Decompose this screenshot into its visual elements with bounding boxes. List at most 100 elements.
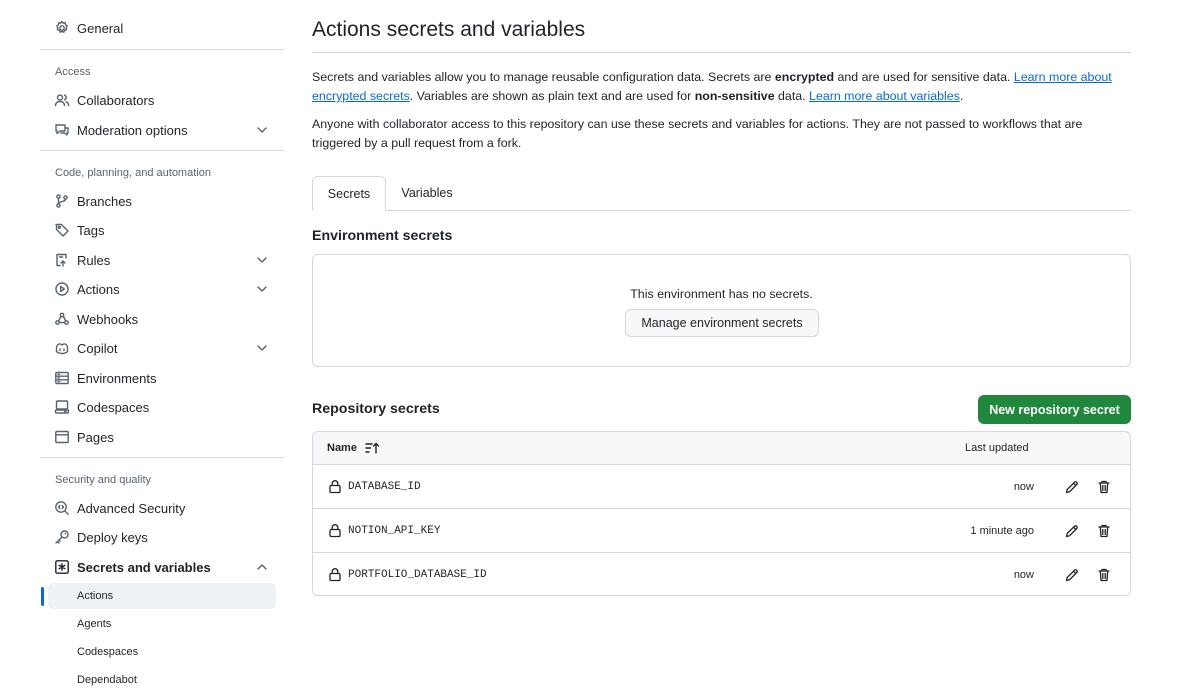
- trash-icon[interactable]: [1095, 522, 1113, 540]
- report-icon: [54, 122, 70, 138]
- sidebar-subitem-label: Agents: [77, 618, 112, 630]
- sidebar-subitem-dependabot[interactable]: Dependabot: [41, 667, 284, 693]
- collaborator-note: Anyone with collaborator access to this …: [312, 117, 1083, 150]
- sidebar-item-label: Environments: [77, 371, 157, 386]
- sidebar-item-label: Rules: [77, 253, 111, 268]
- repo-push-icon: [54, 252, 70, 268]
- sidebar-item-label: Codespaces: [77, 400, 150, 415]
- group-title-access: Access: [55, 66, 91, 78]
- learn-more-variables-link[interactable]: Learn more about variables: [809, 89, 960, 103]
- sidebar-item-label: Webhooks: [77, 312, 139, 327]
- people-icon: [54, 92, 70, 108]
- group-title-code: Code, planning, and automation: [55, 167, 211, 179]
- branch-icon: [54, 193, 70, 209]
- webhook-icon: [54, 311, 70, 327]
- key-icon: [54, 529, 70, 545]
- tab-bar: Secrets Variables: [312, 176, 1131, 212]
- sidebar-item-deploy-keys[interactable]: Deploy keys: [41, 523, 284, 551]
- table-row: NOTION_API_KEY 1 minute ago: [313, 509, 1130, 553]
- sidebar-item-label: Copilot: [77, 341, 118, 356]
- tag-icon: [54, 222, 70, 238]
- sidebar-item-webhooks[interactable]: Webhooks: [41, 305, 284, 333]
- sidebar-item-tags[interactable]: Tags: [41, 216, 284, 244]
- sidebar-item-advanced-security[interactable]: Advanced Security: [41, 494, 284, 522]
- sidebar-item-label: Tags: [77, 223, 105, 238]
- page-title: Actions secrets and variables: [312, 18, 586, 41]
- chevron-down-icon[interactable]: [255, 282, 269, 296]
- sidebar-subitem-actions[interactable]: Actions: [41, 583, 284, 609]
- sidebar-item-label: Moderation options: [77, 123, 188, 138]
- table-row: PORTFOLIO_DATABASE_ID now: [313, 553, 1130, 597]
- sidebar-item-rules[interactable]: Rules: [41, 246, 284, 274]
- repository-secrets-heading: Repository secrets: [312, 401, 440, 417]
- trash-icon[interactable]: [1095, 566, 1113, 584]
- sidebar-item-environments[interactable]: Environments: [41, 364, 284, 392]
- sidebar-subitem-label: Codespaces: [77, 646, 139, 658]
- sidebar-item-collaborators[interactable]: Collaborators: [41, 86, 284, 114]
- sidebar-subitem-codespaces[interactable]: Codespaces: [41, 639, 284, 665]
- active-indicator: [41, 587, 44, 606]
- sort-icon[interactable]: [364, 441, 380, 455]
- copilot-icon: [54, 340, 70, 356]
- column-name[interactable]: Name: [327, 442, 357, 454]
- secret-name: NOTION_API_KEY: [348, 525, 441, 537]
- sidebar-item-label: Collaborators: [77, 93, 155, 108]
- divider: [312, 52, 1131, 53]
- pencil-icon[interactable]: [1063, 566, 1081, 584]
- sidebar-subitem-label: Dependabot: [77, 674, 137, 686]
- repository-secrets-table: Name Last updated DATABASE_ID now NOTION…: [312, 431, 1131, 596]
- sidebar-item-label: Pages: [77, 430, 114, 445]
- main-content: Actions secrets and variables Secrets an…: [312, 0, 1132, 700]
- play-icon: [54, 281, 70, 297]
- divider: [41, 49, 284, 50]
- tab-secrets[interactable]: Secrets: [312, 176, 386, 211]
- new-repository-secret-button[interactable]: New repository secret: [978, 395, 1131, 424]
- secret-last-updated: now: [1013, 569, 1034, 581]
- browser-icon: [54, 429, 70, 445]
- sidebar-item-general[interactable]: General: [41, 14, 284, 42]
- sidebar-item-codespaces[interactable]: Codespaces: [41, 393, 284, 421]
- settings-sidebar: General Access Collaborators Moderation …: [41, 0, 284, 700]
- sidebar-item-label: Deploy keys: [77, 530, 148, 545]
- secret-last-updated: 1 minute ago: [970, 525, 1034, 537]
- table-header: Name Last updated: [313, 432, 1130, 465]
- sidebar-item-copilot[interactable]: Copilot: [41, 334, 284, 362]
- chevron-down-icon[interactable]: [255, 253, 269, 267]
- secret-name: DATABASE_ID: [348, 481, 421, 493]
- trash-icon[interactable]: [1095, 478, 1113, 496]
- empty-state-message: This environment has no secrets.: [630, 287, 813, 301]
- sidebar-item-moderation-options[interactable]: Moderation options: [41, 116, 284, 144]
- environment-secrets-box: This environment has no secrets. Manage …: [312, 254, 1131, 367]
- sidebar-item-secrets-and-variables[interactable]: Secrets and variables: [41, 553, 284, 581]
- sidebar-item-branches[interactable]: Branches: [41, 187, 284, 215]
- table-row: DATABASE_ID now: [313, 465, 1130, 509]
- secret-name: PORTFOLIO_DATABASE_ID: [348, 569, 487, 581]
- sidebar-item-actions[interactable]: Actions: [41, 275, 284, 303]
- tab-variables[interactable]: Variables: [386, 176, 468, 211]
- chevron-down-icon[interactable]: [255, 341, 269, 355]
- server-icon: [54, 370, 70, 386]
- divider: [41, 150, 284, 151]
- sidebar-item-label: Secrets and variables: [77, 560, 211, 575]
- sidebar-item-label: Advanced Security: [77, 501, 186, 516]
- pencil-icon[interactable]: [1063, 522, 1081, 540]
- chevron-up-icon[interactable]: [255, 560, 269, 574]
- manage-environment-secrets-button[interactable]: Manage environment secrets: [625, 309, 819, 337]
- sidebar-item-label: Actions: [77, 282, 120, 297]
- sidebar-item-label: Branches: [77, 194, 132, 209]
- gear-icon: [54, 20, 70, 36]
- environment-secrets-heading: Environment secrets: [312, 228, 453, 244]
- pencil-icon[interactable]: [1063, 478, 1081, 496]
- chevron-down-icon[interactable]: [255, 123, 269, 137]
- lock-icon: [328, 479, 342, 494]
- lock-icon: [328, 523, 342, 538]
- asterisk-icon: [54, 559, 70, 575]
- intro-paragraph: Secrets and variables allow you to manag…: [312, 70, 1112, 103]
- codespaces-icon: [54, 399, 70, 415]
- secret-last-updated: now: [1013, 481, 1034, 493]
- sidebar-item-pages[interactable]: Pages: [41, 423, 284, 451]
- group-title-security: Security and quality: [55, 474, 151, 486]
- sidebar-subitem-agents[interactable]: Agents: [41, 611, 284, 637]
- lock-icon: [328, 567, 342, 582]
- sidebar-subitem-label: Actions: [77, 590, 114, 602]
